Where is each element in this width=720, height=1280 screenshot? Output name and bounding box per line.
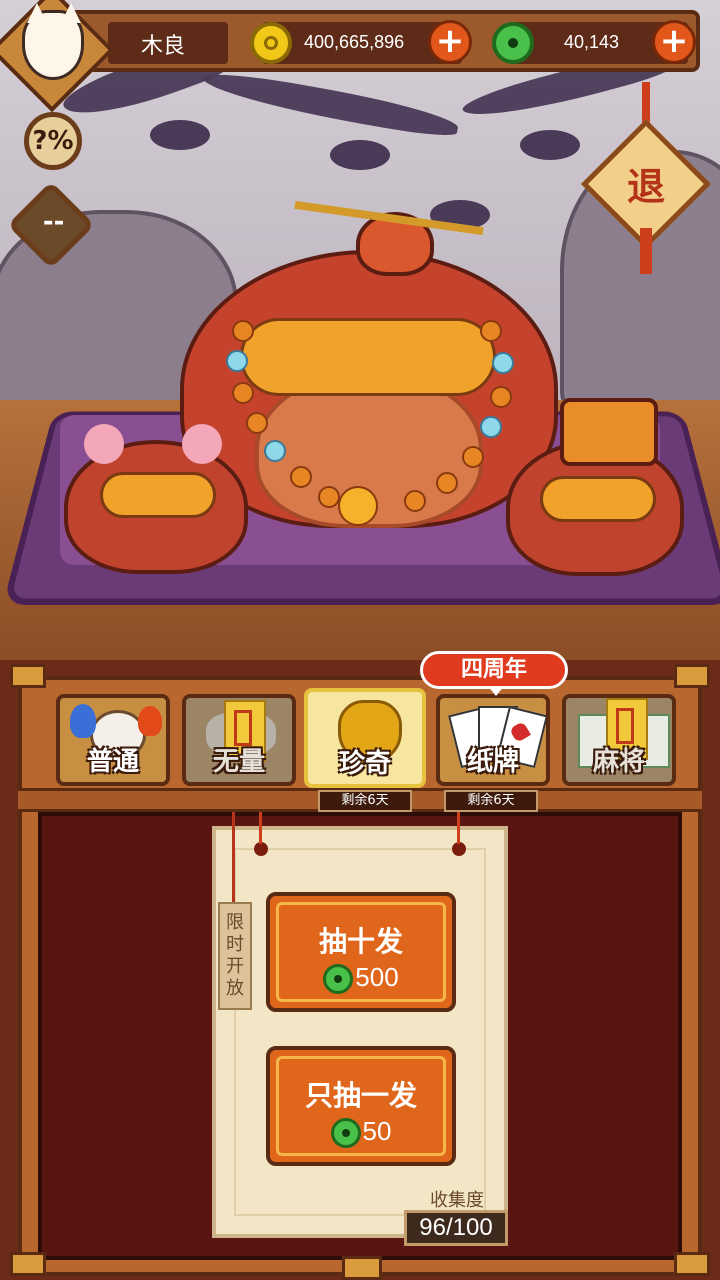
small-toad-left-mouth — [100, 472, 216, 518]
anniversary-badge-tip — [488, 686, 504, 696]
fox-mask-avatar-icon[interactable] — [22, 3, 84, 80]
tab-label: 麻将 — [592, 747, 645, 777]
draw-ten-cost-value: 500 — [355, 962, 399, 992]
remaining-days-cards: 剩余6天 — [444, 790, 538, 812]
draw-ten-label: 抽十发 — [318, 925, 403, 958]
exit-label[interactable]: 退 — [616, 156, 676, 211]
tab-normal[interactable]: 普通 — [56, 694, 170, 786]
anniversary-badge: 四周年 — [420, 651, 568, 689]
jade-amount: 40,143 — [564, 32, 620, 52]
leaf-shape — [150, 120, 210, 150]
collection-label: 收集度 — [430, 1190, 484, 1211]
draw-ten-cost: 500 — [270, 962, 452, 995]
bead — [480, 416, 502, 438]
tab-label: 纸牌 — [466, 747, 519, 777]
frame-corner — [674, 664, 710, 688]
exit-tassel — [640, 228, 652, 274]
bead — [436, 472, 458, 494]
scroll-pin — [254, 842, 268, 856]
tab-label: 无量 — [212, 747, 265, 777]
draw-one-button[interactable]: 只抽一发 50 — [266, 1046, 456, 1166]
leaf-shape — [330, 140, 390, 170]
frame-corner — [674, 1252, 710, 1276]
bead — [490, 386, 512, 408]
top-bar: 木良 400,665,896 + 40,143 + — [0, 0, 720, 113]
limited-time-tag: 限时开放 — [218, 902, 252, 1010]
gold-coin-icon — [250, 22, 292, 64]
remaining-days-rare: 剩余6天 — [318, 790, 412, 812]
scroll-pin — [452, 842, 466, 856]
tab-boundless[interactable]: 无量 — [182, 694, 296, 786]
bead — [462, 446, 484, 468]
player-name: 木良 — [140, 34, 185, 59]
draw-scroll — [212, 826, 508, 1238]
frame-corner — [342, 1256, 382, 1280]
bead — [290, 466, 312, 488]
frame-corner — [10, 1252, 46, 1276]
bead — [318, 486, 340, 508]
tiger-hat-icon — [560, 398, 658, 466]
draw-one-label: 只抽一发 — [304, 1079, 417, 1112]
big-toad-mouth — [240, 318, 496, 396]
jade-coin-icon — [492, 22, 534, 64]
frame-corner — [10, 664, 46, 688]
flower-icon — [84, 424, 124, 464]
tab-mahjong[interactable]: 麻将 — [562, 694, 676, 786]
bead — [404, 490, 426, 512]
game-scene — [0, 0, 720, 660]
chat-label: -- — [43, 207, 65, 238]
draw-one-cost-value: 50 — [362, 1116, 392, 1146]
draw-one-cost: 50 — [270, 1116, 452, 1149]
bead — [264, 440, 286, 462]
help-odds-button[interactable]: ?% — [24, 112, 82, 170]
small-toad-right-mouth — [540, 476, 656, 522]
draw-ten-button[interactable]: 抽十发 500 — [266, 892, 456, 1012]
add-jade-button[interactable]: + — [652, 20, 696, 64]
jade-coin-icon — [330, 1118, 361, 1149]
bead — [226, 350, 248, 372]
tab-label: 普通 — [86, 747, 139, 777]
tab-rare[interactable]: 珍奇 — [304, 688, 426, 788]
fox-ear — [27, 3, 47, 23]
tab-cards[interactable]: 纸牌 — [436, 694, 550, 786]
bead — [480, 320, 502, 342]
bead — [232, 320, 254, 342]
tab-label: 珍奇 — [338, 749, 391, 779]
gold-amount: 400,665,896 — [304, 32, 405, 52]
add-gold-button[interactable]: + — [428, 20, 472, 64]
bead — [492, 352, 514, 374]
collection-value: 96/100 — [404, 1210, 508, 1246]
pin-string — [457, 812, 460, 844]
flower-icon — [182, 424, 222, 464]
fox-ear — [61, 3, 81, 23]
tag-string — [232, 812, 235, 904]
bead — [232, 382, 254, 404]
help-odds-label: ?% — [32, 126, 74, 156]
flame-icon — [138, 706, 162, 736]
flame-icon — [70, 704, 96, 738]
pin-string — [259, 812, 262, 844]
pendant-icon — [338, 486, 378, 526]
jade-coin-icon — [323, 964, 354, 995]
bead — [246, 412, 268, 434]
leaf-shape — [520, 130, 580, 160]
